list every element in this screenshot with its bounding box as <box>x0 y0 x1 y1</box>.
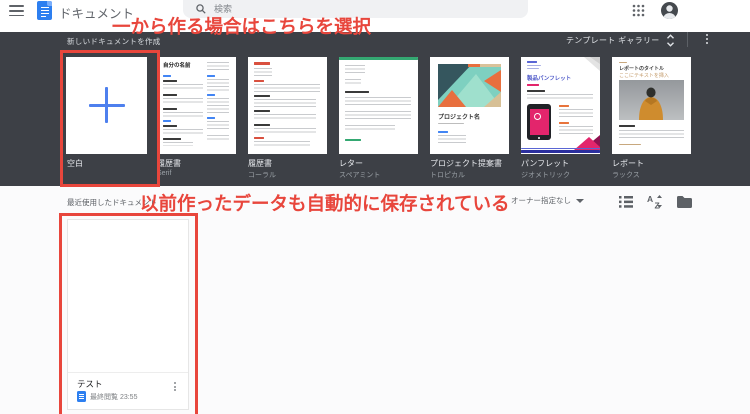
doc-more-options-icon[interactable] <box>172 382 178 393</box>
person-icon <box>661 2 678 19</box>
template-card-letter-spearmint[interactable] <box>339 57 418 154</box>
template-label: 履歴書 <box>248 158 272 169</box>
template-card-project-tropic[interactable]: プロジェクト名 <box>430 57 509 154</box>
template-section: 新しいドキュメントを作成 テンプレート ギャラリー 空白 自分の名前 <box>0 32 750 186</box>
template-label: レター <box>339 158 363 169</box>
tropic-cover-image <box>438 64 501 107</box>
menu-icon[interactable] <box>9 5 24 17</box>
template-card-blank[interactable] <box>66 57 147 154</box>
annotation-create-note: 一から作る場合はこちらを選択 <box>112 13 371 39</box>
thumb-title: 自分の名前 <box>163 61 191 69</box>
unfold-chevrons-icon <box>666 34 675 47</box>
svg-text:A: A <box>647 194 653 204</box>
google-docs-home: ドキュメント 一から作る場合はこちらを選択 新しいドキュメントを作成 <box>0 0 750 414</box>
template-label: レポート <box>612 158 644 169</box>
svg-text:Z: Z <box>655 201 660 210</box>
template-gallery-button[interactable]: テンプレート ギャラリー <box>566 33 675 47</box>
template-sublabel: ラックス <box>612 170 640 180</box>
apps-grid-icon[interactable] <box>632 4 645 17</box>
template-sublabel: スペアミント <box>339 170 380 180</box>
template-card-resume-serif[interactable]: 自分の名前 <box>157 57 236 154</box>
template-sublabel: トロピカル <box>430 170 465 180</box>
sort-az-icon[interactable]: A Z <box>647 194 663 209</box>
more-options-icon[interactable] <box>704 34 710 46</box>
recent-doc-title: テスト <box>77 378 103 390</box>
thumb-subtitle: ここにテキストを挿入 <box>619 72 669 79</box>
folder-icon[interactable] <box>677 196 692 208</box>
owner-filter-label: オーナー指定なし <box>511 195 571 206</box>
thumb-title: プロジェクト名 <box>438 112 480 121</box>
corner-pattern <box>578 57 600 75</box>
template-gallery-label: テンプレート ギャラリー <box>566 35 660 46</box>
docs-file-icon <box>77 391 86 402</box>
thumb-title: 製品パンフレット <box>527 74 571 82</box>
template-label: 履歴書 <box>157 158 181 169</box>
list-view-icon[interactable] <box>619 196 633 208</box>
caret-down-icon <box>576 199 584 203</box>
template-sublabel: コーラル <box>248 170 276 180</box>
plus-icon <box>105 87 109 123</box>
template-sublabel: ジオメトリック <box>521 170 570 180</box>
template-card-report-lux[interactable]: レポートのタイトル ここにテキストを挿入 <box>612 57 691 154</box>
template-card-resume-coral[interactable] <box>248 57 327 154</box>
recent-doc-card[interactable]: テスト 最終閲覧 23:55 <box>67 219 189 410</box>
template-label: 空白 <box>67 158 83 169</box>
divider <box>687 32 688 47</box>
template-label: パンフレット <box>521 158 569 169</box>
recent-doc-meta: 最終閲覧 23:55 <box>90 392 137 402</box>
docs-logo-icon[interactable] <box>37 1 52 20</box>
annotation-recent-note: 以前作ったデータも自動的に保存されている <box>140 190 509 216</box>
account-avatar[interactable] <box>661 2 678 19</box>
person-photo <box>619 80 684 120</box>
recent-section: 最近使用したドキュメント オーナー指定なし A Z <box>0 186 750 414</box>
owner-filter-dropdown[interactable]: オーナー指定なし <box>511 195 584 206</box>
template-label: プロジェクト提案書 <box>430 158 502 169</box>
phone-image <box>527 104 551 140</box>
template-sublabel: Serif <box>157 170 171 177</box>
divider <box>68 372 188 373</box>
template-card-brochure-geometric[interactable]: 製品パンフレット <box>521 57 600 154</box>
